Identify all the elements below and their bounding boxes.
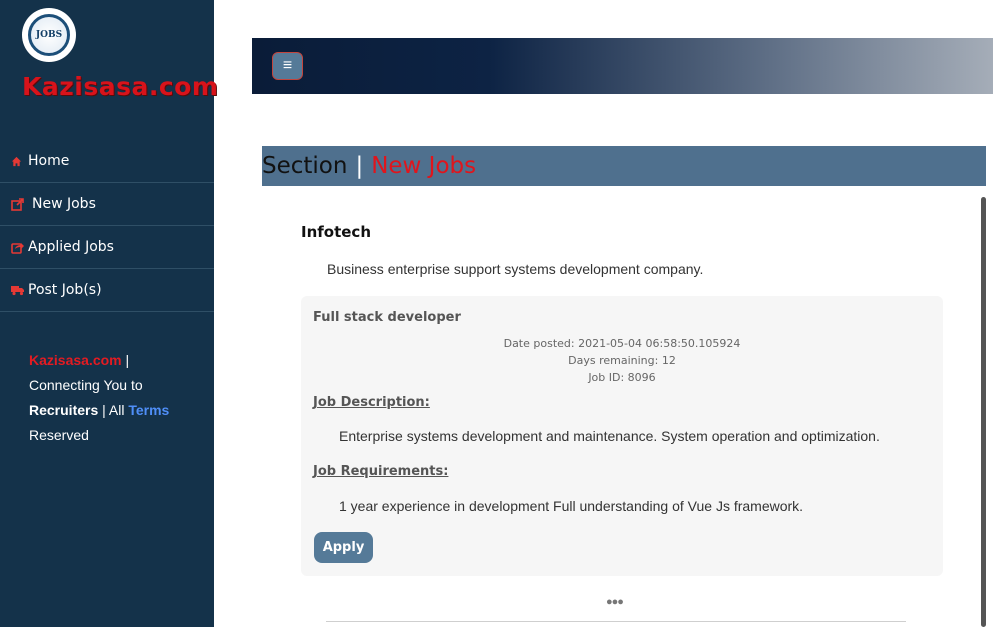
section-heading: Section | New Jobs [262, 146, 986, 186]
sidebar-footer: Kazisasa.com | Connecting You to Recruit… [29, 348, 199, 448]
jobs-logo[interactable]: JOBS [22, 8, 76, 62]
job-description-text: Enterprise systems development and maint… [339, 428, 880, 444]
sidebar-item-label: Home [28, 153, 70, 169]
brand-name[interactable]: Kazisasa.com [22, 72, 218, 101]
section-separator: | [355, 153, 364, 179]
sidebar-item-new-jobs[interactable]: New Jobs [0, 183, 214, 226]
apply-button[interactable]: Apply [314, 532, 373, 563]
footer-reserved: Reserved [29, 427, 89, 443]
job-requirements-text: 1 year experience in development Full un… [339, 498, 804, 514]
footer-brand[interactable]: Kazisasa.com [29, 352, 122, 368]
section-subtitle: New Jobs [371, 153, 477, 179]
sidebar-nav: Home New Jobs Applied Jobs Post Job(s) [0, 140, 214, 312]
external-link-icon [11, 197, 25, 211]
hamburger-icon: ≡ [282, 57, 293, 74]
job-id: Job ID: 8096 [588, 371, 656, 384]
menu-toggle-button[interactable]: ≡ [272, 52, 303, 80]
home-icon [11, 156, 25, 167]
footer-tagline: Connecting You to [29, 377, 143, 393]
scrollbar[interactable] [981, 197, 986, 627]
job-date-posted: Date posted: 2021-05-04 06:58:50.105924 [503, 337, 741, 350]
divider [326, 621, 906, 622]
sidebar-item-post-jobs[interactable]: Post Job(s) [0, 269, 214, 312]
sidebar-item-home[interactable]: Home [0, 140, 214, 183]
more-dots-icon[interactable]: ●●● [606, 596, 624, 608]
section-label: Section [262, 153, 348, 179]
company-name: Infotech [301, 223, 372, 241]
job-title: Full stack developer [313, 310, 461, 325]
job-card: Full stack developer Date posted: 2021-0… [301, 296, 943, 576]
job-requirements-heading: Job Requirements: [313, 464, 449, 479]
jobs-logo-text: JOBS [28, 14, 70, 56]
header-bar: ≡ [252, 38, 993, 94]
share-square-icon [11, 241, 25, 254]
sidebar-item-applied-jobs[interactable]: Applied Jobs [0, 226, 214, 269]
job-description-heading: Job Description: [313, 395, 430, 410]
terms-link[interactable]: Terms [128, 402, 169, 418]
footer-all: | All [98, 402, 129, 418]
company-description: Business enterprise support systems deve… [327, 261, 704, 277]
footer-pipe: | [121, 352, 130, 368]
sidebar-item-label: Post Job(s) [28, 282, 102, 298]
sidebar-item-label: Applied Jobs [28, 239, 114, 255]
sidebar: JOBS Kazisasa.com Home New Jobs Applied … [0, 0, 218, 627]
truck-icon [11, 284, 25, 296]
footer-recruiters: Recruiters [29, 402, 99, 418]
job-days-remaining: Days remaining: 12 [568, 354, 676, 367]
sidebar-item-label: New Jobs [32, 196, 96, 212]
